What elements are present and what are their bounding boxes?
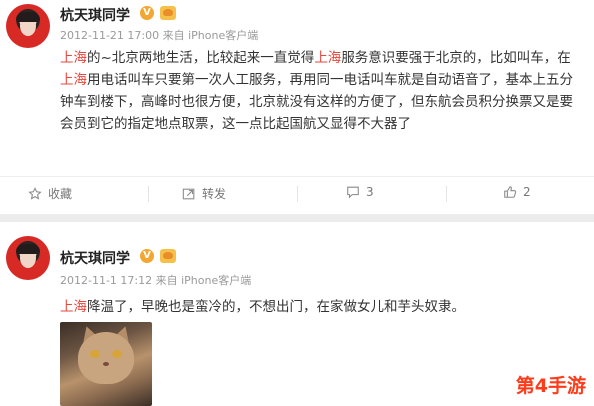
cat-photo[interactable] xyxy=(60,322,152,406)
avatar[interactable] xyxy=(6,4,50,48)
post-text: 降温了，早晚也是蛮冷的，不想出门，在家做女儿和芋头奴隶。 xyxy=(87,299,465,315)
forward-button[interactable]: 转发 xyxy=(182,185,226,202)
verified-badge-icon: V xyxy=(140,249,154,263)
weibo-post-2: 杭天琪同学 V 2012-11-1 17:12 来自 iPhone客户端 上海降… xyxy=(0,222,594,406)
post-divider xyxy=(0,214,594,222)
action-bar: 收藏 转发 3 2 xyxy=(0,176,594,210)
comment-count: 3 xyxy=(366,185,374,199)
forward-icon xyxy=(182,188,195,199)
post-text: 的~北京两地生活，比较起来一直觉得 xyxy=(87,50,315,66)
thumbs-up-icon xyxy=(504,186,517,198)
avatar[interactable] xyxy=(6,236,50,280)
avatar-hair xyxy=(16,12,40,22)
like-count: 2 xyxy=(523,185,531,199)
avatar-hair xyxy=(16,244,40,254)
verified-badge-icon: V xyxy=(140,6,154,20)
author-name[interactable]: 杭天琪同学 xyxy=(60,5,130,25)
keyword-highlight[interactable]: 上海 xyxy=(60,299,87,315)
comment-icon xyxy=(347,186,359,199)
vip-crown-icon xyxy=(160,249,176,263)
keyword-highlight[interactable]: 上海 xyxy=(60,50,87,66)
post-text: 用电话叫车只要第一次人工服务，再用同一电话叫车就是自动语音了，基本上五分钟车到楼… xyxy=(60,72,573,132)
keyword-highlight[interactable]: 上海 xyxy=(60,72,87,88)
star-icon xyxy=(28,186,42,200)
like-button[interactable]: 2 xyxy=(503,185,531,199)
post-text: 服务意识要强于北京的，比如叫车，在 xyxy=(341,50,571,66)
cat-head xyxy=(78,332,134,384)
forward-label: 转发 xyxy=(202,187,227,201)
divider xyxy=(446,186,447,202)
divider xyxy=(148,186,149,202)
site-watermark: 第4手游 xyxy=(515,375,586,397)
cat-eye xyxy=(90,350,100,358)
post-content: 上海的~北京两地生活，比较起来一直觉得上海服务意识要强于北京的，比如叫车，在上海… xyxy=(60,47,580,135)
favorite-button[interactable]: 收藏 xyxy=(28,185,72,202)
author-name[interactable]: 杭天琪同学 xyxy=(60,248,130,268)
keyword-highlight[interactable]: 上海 xyxy=(314,50,341,66)
cat-eye xyxy=(112,350,122,358)
post-meta: 2012-11-1 17:12 来自 iPhone客户端 xyxy=(60,274,252,287)
comment-button[interactable]: 3 xyxy=(346,185,374,199)
cat-nose xyxy=(103,362,109,366)
post-content: 上海降温了，早晚也是蛮冷的，不想出门，在家做女儿和芋头奴隶。 xyxy=(60,296,580,318)
divider xyxy=(297,186,298,202)
weibo-post-1: 杭天琪同学 V 2012-11-21 17:00 来自 iPhone客户端 上海… xyxy=(0,0,594,214)
vip-crown-icon xyxy=(160,6,176,20)
post-meta: 2012-11-21 17:00 来自 iPhone客户端 xyxy=(60,29,259,42)
favorite-label: 收藏 xyxy=(48,187,73,201)
